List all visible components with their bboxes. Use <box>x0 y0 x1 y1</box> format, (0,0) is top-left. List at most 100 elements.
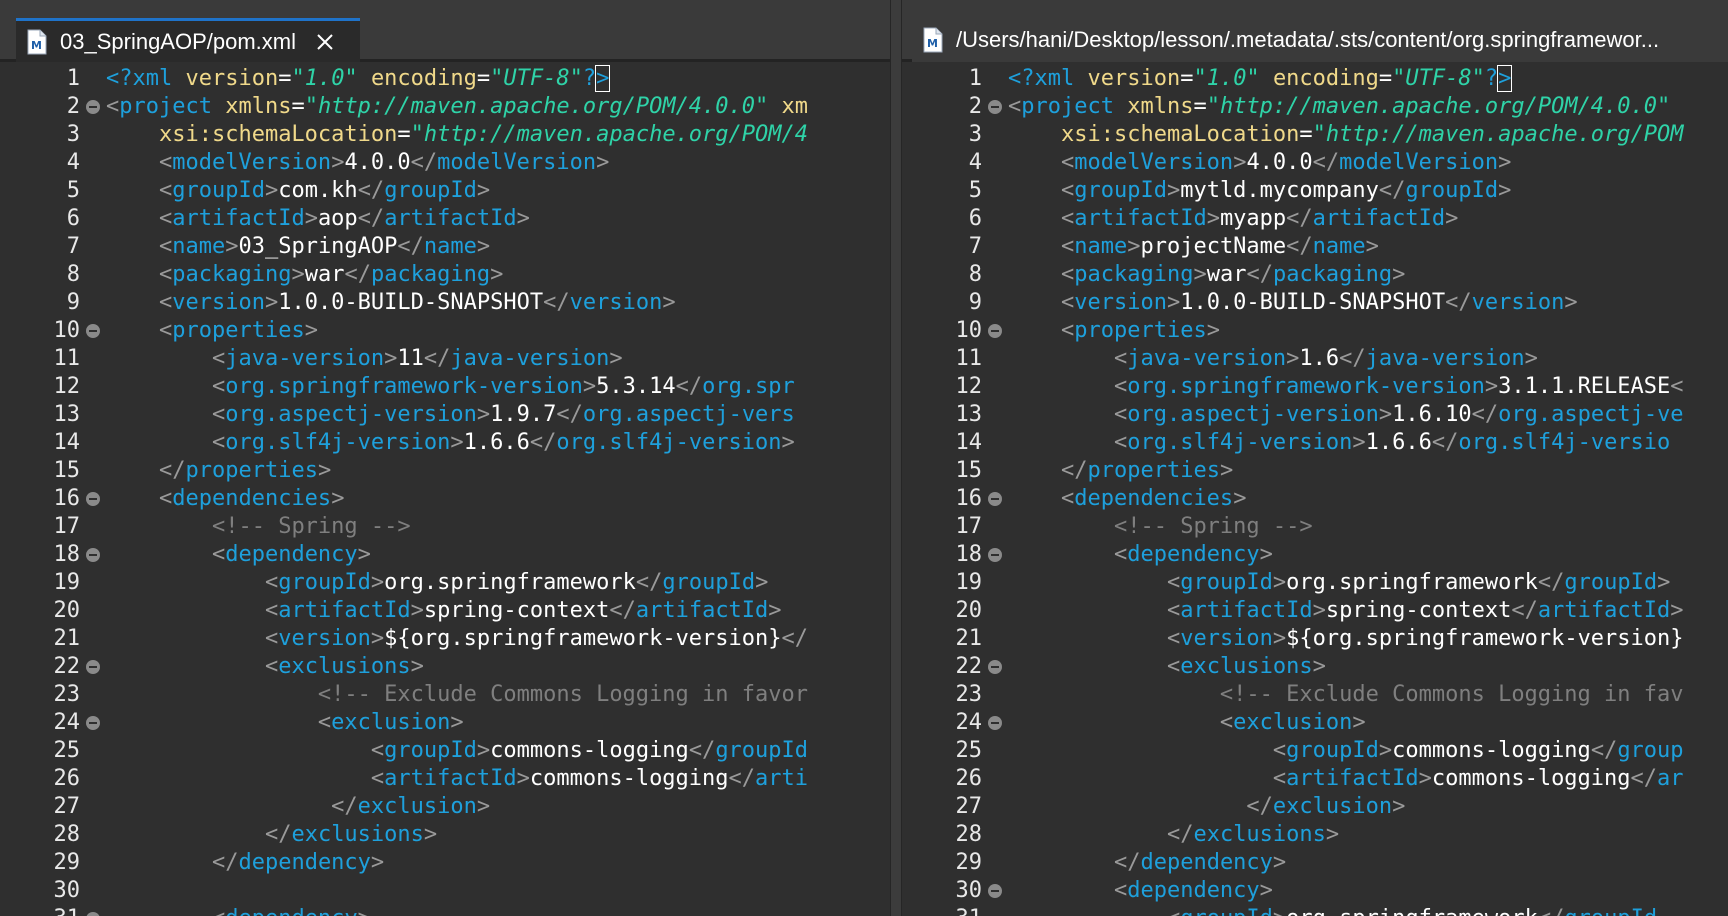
code-line[interactable]: 19 <groupId>org.springframework</groupId… <box>902 569 1728 597</box>
code-line[interactable]: 6 <artifactId>myapp</artifactId> <box>902 205 1728 233</box>
fold-collapse-icon[interactable] <box>982 485 1008 513</box>
line-number: 11 <box>955 346 983 371</box>
code-line[interactable]: 18 <dependency> <box>902 541 1728 569</box>
tab-title: /Users/hani/Desktop/lesson/.metadata/.st… <box>956 27 1660 52</box>
fold-gutter <box>982 765 1008 793</box>
code-line[interactable]: 13 <org.aspectj-version>1.9.7</org.aspec… <box>0 401 890 429</box>
code-line[interactable]: 5 <groupId>mytld.mycompany</groupId> <box>902 177 1728 205</box>
code-line[interactable]: 22 <exclusions> <box>902 653 1728 681</box>
code-line[interactable]: 8 <packaging>war</packaging> <box>0 261 890 289</box>
code-line[interactable]: 14 <org.slf4j-version>1.6.6</org.slf4j-v… <box>902 429 1728 457</box>
code-line[interactable]: 24 <exclusion> <box>902 709 1728 737</box>
code-line[interactable]: 29 </dependency> <box>902 849 1728 877</box>
code-line[interactable]: 15 </properties> <box>902 457 1728 485</box>
code-line[interactable]: 30 <dependency> <box>902 877 1728 905</box>
code-line[interactable]: 23 <!-- Exclude Commons Logging in fav <box>902 681 1728 709</box>
code-line[interactable]: 3 xsi:schemaLocation="http://maven.apach… <box>0 121 890 149</box>
line-number: 24 <box>955 710 983 735</box>
code-line[interactable]: 23 <!-- Exclude Commons Logging in favor <box>0 681 890 709</box>
fold-gutter <box>982 569 1008 597</box>
line-number: 29 <box>955 850 983 875</box>
fold-collapse-icon[interactable] <box>80 317 106 345</box>
code-line[interactable]: 29 </dependency> <box>0 849 890 877</box>
code-line[interactable]: 22 <exclusions> <box>0 653 890 681</box>
line-number: 20 <box>53 598 81 623</box>
code-line[interactable]: 4 <modelVersion>4.0.0</modelVersion> <box>0 149 890 177</box>
fold-collapse-icon[interactable] <box>80 905 106 916</box>
fold-collapse-icon[interactable] <box>982 709 1008 737</box>
fold-collapse-icon[interactable] <box>80 541 106 569</box>
fold-gutter <box>80 149 106 177</box>
line-number: 7 <box>66 234 80 259</box>
code-line[interactable]: 26 <artifactId>commons-logging</ar <box>902 765 1728 793</box>
code-line[interactable]: 12 <org.springframework-version>3.1.1.RE… <box>902 373 1728 401</box>
editor-split-sash[interactable] <box>890 0 902 916</box>
code-line[interactable]: 21 <version>${org.springframework-versio… <box>0 625 890 653</box>
code-line[interactable]: 17 <!-- Spring --> <box>0 513 890 541</box>
code-line[interactable]: 31 <dependency> <box>0 905 890 916</box>
fold-gutter <box>982 457 1008 485</box>
code-text: <packaging>war</packaging> <box>158 262 504 287</box>
code-line[interactable]: 8 <packaging>war</packaging> <box>902 261 1728 289</box>
code-line[interactable]: 26 <artifactId>commons-logging</arti <box>0 765 890 793</box>
code-line[interactable]: 3 xsi:schemaLocation="http://maven.apach… <box>902 121 1728 149</box>
code-line[interactable]: 12 <org.springframework-version>5.3.14</… <box>0 373 890 401</box>
fold-collapse-icon[interactable] <box>982 317 1008 345</box>
fold-collapse-icon[interactable] <box>982 877 1008 905</box>
fold-collapse-icon[interactable] <box>80 485 106 513</box>
code-line[interactable]: 2 <project xmlns="http://maven.apache.org… <box>0 93 890 121</box>
code-line[interactable]: 9 <version>1.0.0-BUILD-SNAPSHOT</version… <box>0 289 890 317</box>
code-line[interactable]: 30 <box>0 877 890 905</box>
code-text: </dependency> <box>1113 850 1287 875</box>
fold-collapse-icon[interactable] <box>982 541 1008 569</box>
code-line[interactable]: 19 <groupId>org.springframework</groupId… <box>0 569 890 597</box>
code-line[interactable]: 9 <version>1.0.0-BUILD-SNAPSHOT</version… <box>902 289 1728 317</box>
code-line[interactable]: 31 <groupId>org.springframework</groupId <box>902 905 1728 916</box>
fold-collapse-icon[interactable] <box>80 93 106 121</box>
code-line[interactable]: 7 <name>03_SpringAOP</name> <box>0 233 890 261</box>
code-line[interactable]: 16 <dependencies> <box>902 485 1728 513</box>
code-line[interactable]: 6 <artifactId>aop</artifactId> <box>0 205 890 233</box>
code-editor[interactable]: 1 <?xml version="1.0" encoding="UTF-8"?> 2… <box>0 62 890 916</box>
tab-metadata-pom-xml[interactable]: M /Users/hani/Desktop/lesson/.metadata/.… <box>912 18 1728 62</box>
code-line[interactable]: 1 <?xml version="1.0" encoding="UTF-8"?> <box>0 65 890 93</box>
code-line[interactable]: 1 <?xml version="1.0" encoding="UTF-8"?> <box>902 65 1728 93</box>
code-line[interactable]: 17 <!-- Spring --> <box>902 513 1728 541</box>
code-line[interactable]: 25 <groupId>commons-logging</group <box>902 737 1728 765</box>
code-line[interactable]: 27 </exclusion> <box>902 793 1728 821</box>
code-line[interactable]: 10 <properties> <box>0 317 890 345</box>
code-line[interactable]: 21 <version>${org.springframework-versio… <box>902 625 1728 653</box>
code-line[interactable]: 2 <project xmlns="http://maven.apache.org… <box>902 93 1728 121</box>
fold-gutter <box>80 121 106 149</box>
fold-gutter <box>80 457 106 485</box>
fold-collapse-icon[interactable] <box>982 653 1008 681</box>
close-icon[interactable] <box>314 31 336 53</box>
code-line[interactable]: 13 <org.aspectj-version>1.6.10</org.aspe… <box>902 401 1728 429</box>
code-line[interactable]: 20 <artifactId>spring-context</artifactI… <box>902 597 1728 625</box>
code-text: <dependency> <box>1113 542 1273 567</box>
code-line[interactable]: 15 </properties> <box>0 457 890 485</box>
fold-gutter <box>982 821 1008 849</box>
code-editor[interactable]: 1 <?xml version="1.0" encoding="UTF-8"?> 2… <box>902 62 1728 916</box>
tab-pom-xml[interactable]: M 03_SpringAOP/pom.xml <box>16 18 360 62</box>
line-number: 21 <box>955 626 983 651</box>
code-line[interactable]: 28 </exclusions> <box>0 821 890 849</box>
code-line[interactable]: 7 <name>projectName</name> <box>902 233 1728 261</box>
fold-collapse-icon[interactable] <box>80 709 106 737</box>
code-line[interactable]: 25 <groupId>commons-logging</groupId <box>0 737 890 765</box>
fold-collapse-icon[interactable] <box>982 93 1008 121</box>
code-line[interactable]: 4 <modelVersion>4.0.0</modelVersion> <box>902 149 1728 177</box>
fold-collapse-icon[interactable] <box>80 653 106 681</box>
code-line[interactable]: 24 <exclusion> <box>0 709 890 737</box>
code-line[interactable]: 28 </exclusions> <box>902 821 1728 849</box>
code-line[interactable]: 10 <properties> <box>902 317 1728 345</box>
code-line[interactable]: 16 <dependencies> <box>0 485 890 513</box>
code-line[interactable]: 20 <artifactId>spring-context</artifactI… <box>0 597 890 625</box>
code-line[interactable]: 27 </exclusion> <box>0 793 890 821</box>
code-line[interactable]: 11 <java-version>11</java-version> <box>0 345 890 373</box>
code-line[interactable]: 18 <dependency> <box>0 541 890 569</box>
code-line[interactable]: 11 <java-version>1.6</java-version> <box>902 345 1728 373</box>
code-line[interactable]: 5 <groupId>com.kh</groupId> <box>0 177 890 205</box>
code-line[interactable]: 14 <org.slf4j-version>1.6.6</org.slf4j-v… <box>0 429 890 457</box>
